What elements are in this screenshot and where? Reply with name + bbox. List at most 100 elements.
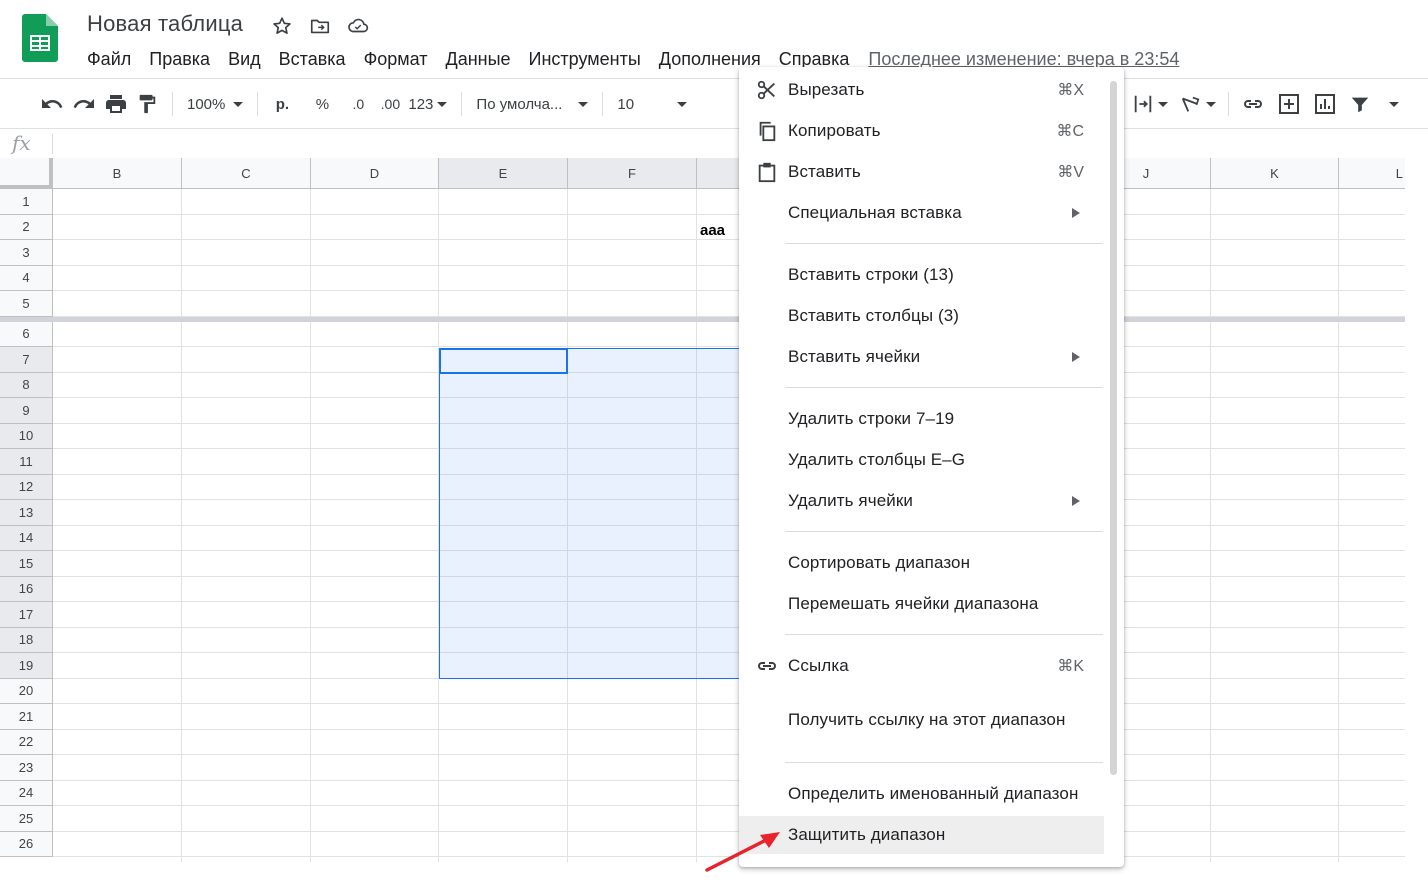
row-gridline [53,213,1405,215]
menu-item-delete-rows[interactable]: Удалить строки 7–19 [739,400,1104,438]
row-header[interactable]: 13 [0,500,53,526]
menu-edit[interactable]: Правка [140,49,219,70]
row-header[interactable]: 2 [0,214,53,240]
sheets-logo-icon[interactable] [22,14,58,62]
row-header[interactable]: 19 [0,653,53,679]
row-header[interactable]: 20 [0,678,53,704]
menu-item-get-link[interactable]: Получить ссылку на этот диапазон [739,692,1104,748]
menu-item-copy-label: Копировать [788,121,881,140]
row-header[interactable]: 7 [0,347,53,373]
font-size-select[interactable]: 10 [613,88,691,120]
menu-item-protect-range[interactable]: Защитить диапазон [739,816,1104,854]
row-header[interactable]: 23 [0,755,53,781]
font-family-select[interactable]: По умолча... [472,88,592,120]
zoom-value: 100% [187,95,226,113]
column-header-e[interactable]: E [439,158,568,189]
row-header[interactable]: 14 [0,525,53,551]
row-header[interactable]: 8 [0,372,53,398]
row-header[interactable]: 1 [0,189,53,215]
menu-item-cut[interactable]: Вырезать ⌘X [739,71,1104,109]
insert-link-icon[interactable] [1237,88,1269,120]
select-all-corner[interactable] [0,158,53,189]
filter-views-dropdown[interactable] [1379,88,1407,120]
menu-item-insert-columns[interactable]: Вставить столбцы (3) [739,297,1104,335]
menu-item-get-link-label: Получить ссылку на этот диапазон [788,710,1066,729]
menu-item-sort-range-label: Сортировать диапазон [788,553,971,572]
column-header-c[interactable]: C [182,158,311,189]
frozen-rows-divider[interactable] [0,317,1405,322]
increase-decimal-button[interactable]: .00 [376,88,404,120]
row-header[interactable]: 15 [0,551,53,577]
row-header[interactable]: 3 [0,240,53,266]
document-title[interactable]: Новая таблица [87,11,243,37]
menu-item-insert-rows[interactable]: Вставить строки (13) [739,256,1104,294]
print-icon[interactable] [100,88,132,120]
row-header[interactable]: 11 [0,449,53,475]
insert-comment-icon[interactable] [1273,88,1305,120]
filter-icon[interactable] [1345,88,1375,120]
column-header-k[interactable]: K [1211,158,1339,189]
column-header-f[interactable]: F [568,158,697,189]
row-gridline [53,728,1405,730]
menu-insert[interactable]: Вставка [270,49,355,70]
cloud-saved-icon[interactable] [346,14,370,38]
menu-item-paste[interactable]: Вставить ⌘V [739,153,1104,191]
zoom-select[interactable]: 100% [183,88,247,120]
row-header[interactable]: 10 [0,423,53,449]
row-header[interactable]: 24 [0,780,53,806]
row-header[interactable]: 5 [0,291,53,317]
menu-view[interactable]: Вид [219,49,270,70]
row-header[interactable]: 9 [0,398,53,424]
column-gridline [1338,189,1339,862]
row-header[interactable]: 18 [0,627,53,653]
text-wrap-icon[interactable] [1128,88,1172,120]
row-header[interactable]: 17 [0,602,53,628]
menu-item-copy[interactable]: Копировать ⌘C [739,112,1104,150]
undo-icon[interactable] [36,88,68,120]
active-cell[interactable] [439,348,568,374]
column-header-l[interactable]: L [1339,158,1405,189]
star-icon[interactable] [270,14,294,38]
percent-format-button[interactable]: % [308,88,336,120]
row-header[interactable]: 22 [0,729,53,755]
menu-file[interactable]: Файл [78,49,140,70]
row-header[interactable]: 21 [0,704,53,730]
menu-item-delete-cells[interactable]: Удалить ячейки [739,482,1104,520]
submenu-arrow-icon [1072,352,1080,362]
header-divider [0,78,1428,79]
column-header-b[interactable]: B [53,158,182,189]
context-menu-scrollbar[interactable] [1110,81,1117,775]
menu-item-insert-cells[interactable]: Вставить ячейки [739,338,1104,376]
cell-g2[interactable]: aaa [700,222,725,239]
menu-item-named-range[interactable]: Определить именованный диапазон [739,775,1104,813]
menu-data[interactable]: Данные [437,49,520,70]
toolbar-separator [602,92,604,116]
row-header[interactable]: 25 [0,806,53,832]
column-header-d[interactable]: D [311,158,439,189]
menu-item-paste-shortcut: ⌘V [1057,164,1084,181]
insert-chart-icon[interactable] [1309,88,1341,120]
menu-item-sort-range[interactable]: Сортировать диапазон [739,544,1104,582]
menu-item-link[interactable]: Ссылка ⌘K [739,647,1104,685]
menu-item-paste-special[interactable]: Специальная вставка [739,194,1104,232]
row-header[interactable]: 4 [0,265,53,291]
row-header[interactable]: 26 [0,831,53,857]
row-header[interactable]: 12 [0,474,53,500]
row-header[interactable]: 16 [0,576,53,602]
menu-format[interactable]: Формат [355,49,437,70]
decrease-decimal-button[interactable]: .0 [344,88,372,120]
move-folder-icon[interactable] [308,14,332,38]
menu-tools[interactable]: Инструменты [520,49,650,70]
paint-format-icon[interactable] [132,88,162,120]
copy-icon [755,119,779,143]
redo-icon[interactable] [68,88,100,120]
menu-item-cut-label: Вырезать [788,80,865,99]
spreadsheet-grid[interactable]: B C D E F J K L 1 2 3 4 5 6 7 8 9 10 11 12 13 14 15 16 1… [0,158,1405,862]
currency-format-button[interactable]: р. [268,88,296,120]
text-rotation-icon[interactable] [1176,88,1220,120]
row-header[interactable]: 6 [0,321,53,347]
column-gridline [181,189,182,862]
more-formats-select[interactable]: 123 [404,88,451,120]
menu-item-shuffle-range[interactable]: Перемешать ячейки диапазона [739,585,1104,623]
menu-item-delete-columns[interactable]: Удалить столбцы E–G [739,441,1104,479]
